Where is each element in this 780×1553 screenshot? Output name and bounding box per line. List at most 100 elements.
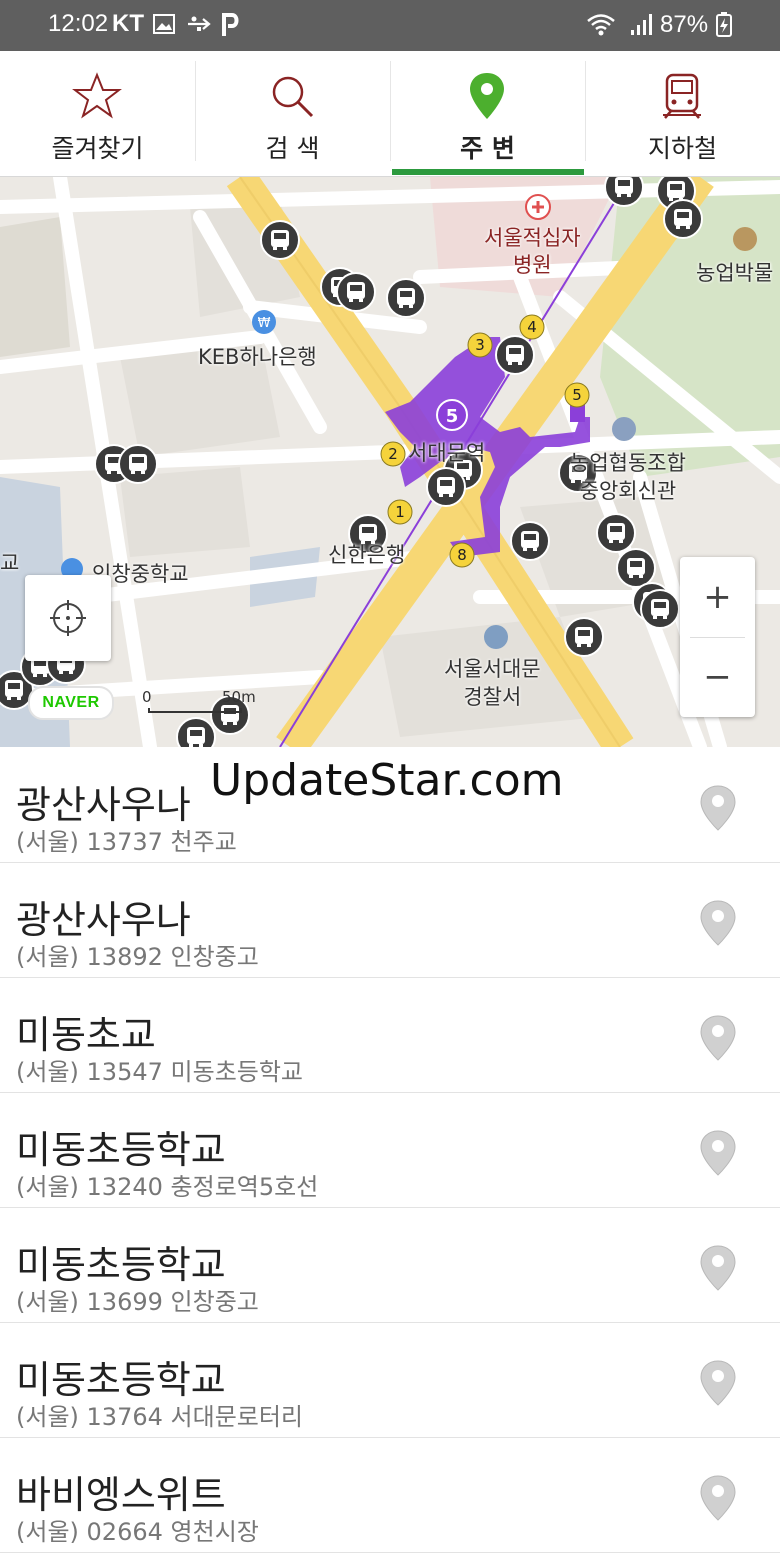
bus-stop-marker[interactable] [640,589,680,629]
bus-stop-marker[interactable] [260,220,300,260]
stop-direction: 인창중고 [170,943,259,971]
stop-name: 광산사우나 [16,783,191,827]
stop-region: (서울) [16,1288,79,1316]
tab-search[interactable]: 검 색 [195,51,390,176]
signal-icon [631,14,652,35]
battery-charging-icon [716,12,732,37]
tab-search-label: 검 색 [265,134,320,163]
list-item[interactable]: 바비엥스위트 (서울) 02664 영천시장 [0,1438,780,1553]
svg-text:5: 5 [446,406,459,427]
stop-region: (서울) [16,1173,79,1201]
list-item[interactable]: 미동초등학교 (서울) 13699 인창중고 [0,1208,780,1323]
location-pin-icon [470,73,504,119]
list-item[interactable]: 광산사우나 (서울) 13892 인창중고 [0,863,780,978]
status-time: 12:02 [48,10,109,37]
stop-direction: 미동초등학교 [170,1058,304,1086]
zoom-control: + − [680,557,755,717]
current-location-button[interactable] [25,575,111,661]
map-pin-icon[interactable] [698,1129,738,1177]
map-pin-icon[interactable] [698,1359,738,1407]
stop-detail: (서울) 13699 인창중고 [16,1282,259,1317]
svg-text:1: 1 [395,503,405,521]
svg-text:5: 5 [572,386,582,404]
map-pin-icon[interactable] [698,899,738,947]
bus-stop-marker[interactable] [495,335,535,375]
bus-stop-marker[interactable] [596,513,636,553]
map-label-shinhan-bank: 신한은행 [328,543,406,567]
subway-train-icon [663,73,701,119]
stop-region: (서울) [16,1403,79,1431]
stop-name: 미동초교 [16,1013,156,1057]
bus-stop-marker[interactable] [564,617,604,657]
list-item[interactable]: 미동초등학교 (서울) 13764 서대문로터리 [0,1323,780,1438]
stop-id: 13547 [86,1058,163,1086]
bus-stop-marker[interactable] [386,278,426,318]
stop-name: 바비엥스위트 [16,1473,226,1517]
stop-detail: (서울) 13547 미동초등학교 [16,1052,303,1087]
main-tab-bar: 즐겨찾기 검 색 주 변 지하철 [0,51,780,177]
stop-detail: (서울) 02664 영천시장 [16,1512,259,1547]
battery-percent: 87% [660,11,709,38]
search-icon [272,76,314,118]
zoom-out-button[interactable]: − [680,637,755,717]
stop-region: (서울) [16,1518,79,1546]
bus-stop-marker[interactable] [176,717,216,747]
stop-direction: 인창중고 [170,1288,259,1316]
stop-name: 광산사우나 [16,898,191,942]
zoom-in-button[interactable]: + [680,557,755,637]
map-label-left-edge: 교 [0,551,20,575]
map-pin-icon[interactable] [698,1474,738,1522]
parking-icon [222,13,239,36]
svg-text:8: 8 [457,546,467,564]
svg-text:2: 2 [388,445,398,463]
map-view[interactable]: ₩ 5 1 2 3 4 5 8 서울적십자 병원 KEB하나은행 서대문역 농업… [0,177,780,747]
stop-id: 13764 [86,1403,163,1431]
tab-nearby-label: 주 변 [460,134,515,163]
usb-icon [188,16,211,31]
map-label-museum: 농업박물 [696,261,774,285]
bus-stop-list: 광산사우나 (서울) 13737 천주교 광산사우나 (서울) 13892 인창중고 미… [0,748,780,1553]
tab-subway-label: 지하철 [647,134,717,163]
stop-region: (서울) [16,943,79,971]
list-item[interactable]: 미동초교 (서울) 13547 미동초등학교 [0,978,780,1093]
stop-detail: (서울) 13737 천주교 [16,822,237,857]
star-icon [72,72,122,119]
map-pin-icon[interactable] [698,784,738,832]
stop-id: 13240 [86,1173,163,1201]
stop-id: 02664 [86,1518,163,1546]
tab-favorites[interactable]: 즐겨찾기 [0,51,195,176]
status-bar: 12:02 KT 87% [0,0,780,51]
stop-detail: (서울) 13764 서대문로터리 [16,1397,303,1432]
map-label-hospital: 서울적십자 병원 [484,226,581,277]
map-pin-icon[interactable] [698,1014,738,1062]
stop-id: 13892 [86,943,163,971]
map-label-nonghyup: 농업협동조합 중앙회신관 [570,451,686,503]
watermark-text: UpdateStar.com [210,755,564,806]
stop-direction: 천주교 [170,828,237,856]
bus-stop-marker[interactable] [616,548,656,588]
stop-id: 13699 [86,1288,163,1316]
bus-stop-marker[interactable] [663,199,703,239]
status-carrier: KT [112,10,144,37]
map-label-police: 서울서대문 경찰서 [444,657,541,709]
stop-id: 13737 [86,828,163,856]
bus-stop-marker[interactable] [510,521,550,561]
map-label-keb-bank: KEB하나은행 [198,345,317,369]
bus-stop-marker[interactable] [118,444,158,484]
gallery-icon [153,14,175,34]
bus-stop-marker[interactable] [336,272,376,312]
tab-nearby[interactable]: 주 변 [390,51,585,176]
naver-logo: NAVER [28,686,114,720]
scale-line [148,708,242,713]
list-item[interactable]: 미동초등학교 (서울) 13240 충정로역5호선 [0,1093,780,1208]
scale-start: 0 [142,688,152,706]
bus-stop-marker[interactable] [426,467,466,507]
tab-subway[interactable]: 지하철 [585,51,780,176]
stop-detail: (서울) 13240 충정로역5호선 [16,1167,318,1202]
stop-name: 미동초등학교 [16,1243,226,1287]
tab-favorites-label: 즐겨찾기 [51,134,144,163]
bus-stop-marker[interactable] [604,177,644,207]
stop-direction: 충정로역5호선 [170,1173,319,1201]
stop-direction: 영천시장 [170,1518,259,1546]
map-pin-icon[interactable] [698,1244,738,1292]
